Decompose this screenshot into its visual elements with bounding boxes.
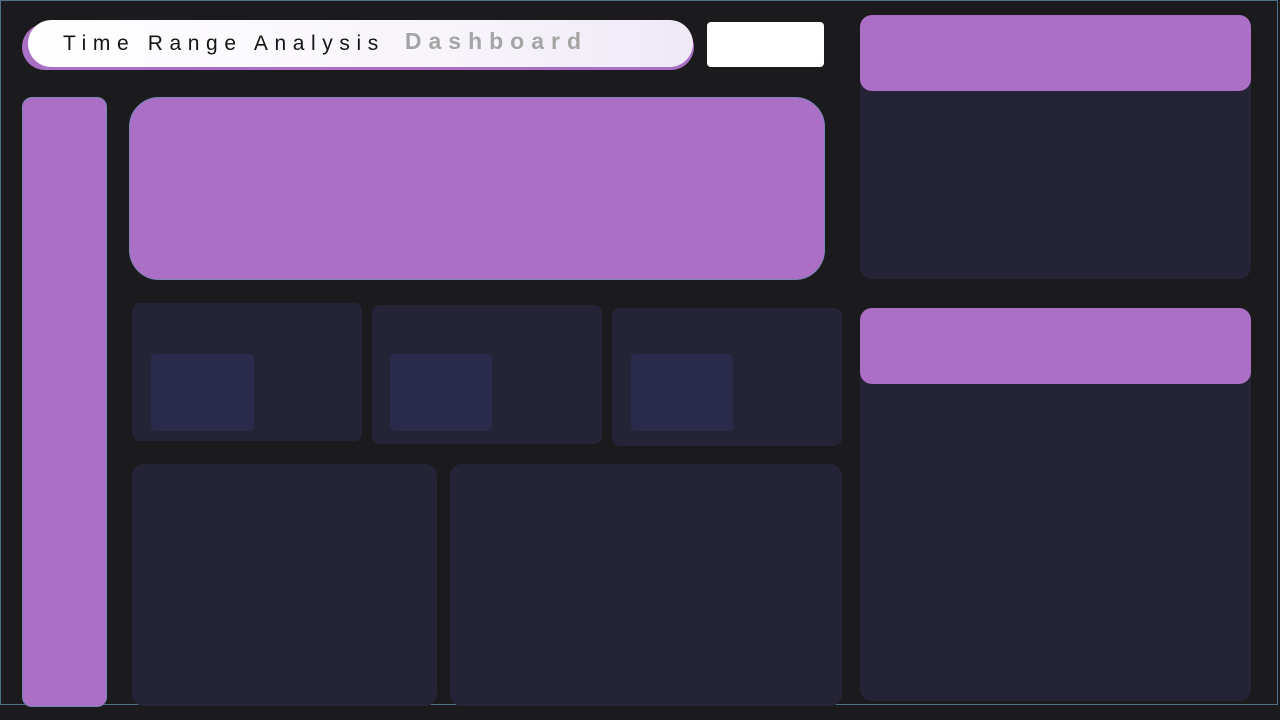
kpi-card-3-icon-box: [631, 354, 733, 431]
dashboard-title: Time Range Analysis Dashboard: [28, 20, 693, 67]
kpi-card-2: [372, 305, 602, 444]
hero-panel: [129, 97, 825, 280]
chart-panel-left: [132, 464, 437, 706]
kpi-card-1: [132, 303, 362, 441]
title-accent-text: Dashboard: [404, 28, 589, 54]
kpi-card-2-icon-box: [390, 354, 492, 431]
kpi-card-3: [612, 308, 842, 446]
kpi-card-1-icon-box: [151, 354, 254, 431]
filter-box[interactable]: [707, 22, 824, 67]
right-panel-bottom: [860, 308, 1251, 701]
right-panel-top-header: [860, 15, 1251, 91]
title-main-text: Time Range Analysis: [63, 31, 385, 55]
chart-panel-right: [450, 464, 842, 706]
right-panel-top: [860, 15, 1251, 279]
left-sidebar[interactable]: [22, 97, 107, 707]
right-panel-bottom-header: [860, 308, 1251, 384]
